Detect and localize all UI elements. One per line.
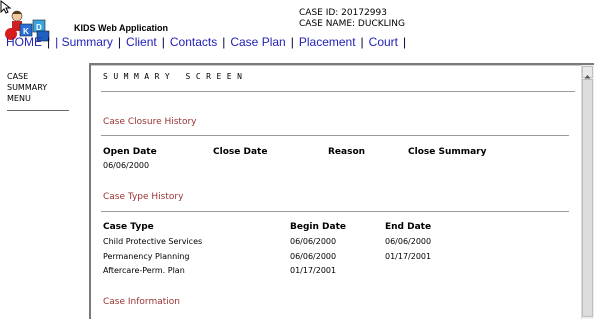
col-case-type: Case Type (103, 222, 154, 232)
side-menu-divider (7, 110, 69, 111)
case-type-cell: Permanency Planning (103, 252, 190, 261)
svg-text:D: D (36, 23, 42, 32)
nav-separator: | (290, 35, 294, 49)
end-date-cell: 01/17/2001 (385, 252, 432, 261)
nav-placement[interactable]: Placement (299, 35, 356, 49)
page-title: SUMMARY SCREEN (103, 72, 248, 81)
case-type-cell: Child Protective Services (103, 237, 203, 246)
begin-date-cell: 06/06/2000 (290, 252, 337, 261)
nav-summary[interactable]: | Summary (55, 35, 113, 49)
col-end-date: End Date (385, 222, 432, 232)
title-divider (101, 91, 575, 92)
closure-open-date: 06/06/2000 (103, 161, 150, 170)
nav-contacts[interactable]: Contacts (170, 35, 217, 49)
case-info: CASE ID: 20172993 CASE NAME: DUCKLING (299, 8, 405, 30)
side-menu-line: CASE (7, 72, 29, 81)
section-divider (101, 211, 569, 212)
col-begin-date: Begin Date (290, 222, 346, 232)
side-menu-line: MENU (7, 94, 31, 103)
nav-separator: | (117, 35, 122, 49)
case-name: CASE NAME: DUCKLING (299, 19, 406, 29)
scroll-up-button[interactable] (582, 66, 593, 79)
begin-date-cell: 06/06/2000 (290, 237, 337, 246)
nav-separator: | (222, 35, 226, 49)
frame-inner-border (91, 65, 594, 66)
section-title-case-information: Case Information (103, 297, 180, 307)
nav-client[interactable]: Client (126, 35, 157, 49)
nav-separator: | (161, 35, 165, 49)
section-title-closure: Case Closure History (103, 117, 197, 127)
col-close-summary: Close Summary (408, 147, 487, 157)
section-divider (101, 135, 569, 136)
case-type-cell: Aftercare-Perm. Plan (103, 266, 185, 275)
begin-date-cell: 01/17/2001 (290, 266, 337, 275)
nav-separator: | (403, 35, 407, 49)
col-reason: Reason (328, 147, 366, 157)
content-frame (89, 63, 594, 319)
end-date-cell: 06/06/2000 (385, 237, 432, 246)
scroll-thumb[interactable] (582, 79, 593, 317)
side-menu-line: SUMMARY (7, 83, 48, 92)
col-open-date: Open Date (103, 147, 157, 157)
side-menu[interactable]: CASE SUMMARY MENU (7, 71, 69, 104)
top-nav: HOME | | Summary | Client | Contacts | Case Plan… (6, 35, 411, 50)
case-id: CASE ID: 20172993 (299, 8, 387, 18)
col-close-date: Close Date (213, 147, 268, 157)
nav-home[interactable]: HOME (6, 35, 42, 49)
nav-court[interactable]: Court (369, 35, 398, 49)
nav-case-plan[interactable]: Case Plan (230, 35, 285, 49)
nav-separator: | (47, 35, 51, 49)
section-title-type-history: Case Type History (103, 192, 184, 202)
nav-separator: | (360, 35, 364, 49)
app-title: KIDS Web Application (74, 23, 169, 33)
